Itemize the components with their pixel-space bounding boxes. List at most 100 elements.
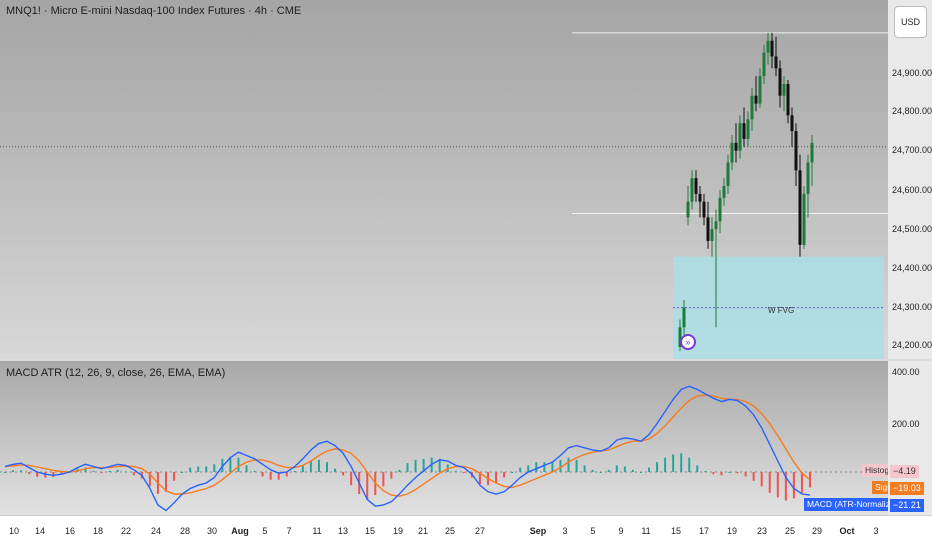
time-axis-label: Oct (839, 526, 855, 536)
histogram-bar (52, 472, 55, 477)
histogram-bar (800, 472, 803, 493)
histogram-bar (720, 472, 723, 476)
time-axis-label: 3 (873, 526, 879, 536)
indicator-title[interactable]: MACD ATR (12, 26, 9, close, 26, EMA, EMA… (6, 367, 225, 379)
time-axis-label: 23 (756, 526, 768, 536)
histogram-bar (575, 459, 578, 472)
histogram-bar (253, 470, 256, 472)
candle-body (710, 229, 714, 241)
price-label: 24,800.00 (892, 106, 932, 116)
histogram-bar (269, 472, 272, 480)
candle-body (750, 95, 754, 120)
histogram-bar (12, 470, 15, 472)
macd-chart[interactable] (0, 361, 888, 515)
histogram-bar (688, 457, 691, 472)
histogram-bar (124, 471, 127, 473)
histogram-bar (752, 472, 755, 481)
histogram-bar (680, 453, 683, 472)
histogram-bar (648, 467, 650, 472)
currency-button[interactable]: USD (894, 6, 927, 38)
candle-body (762, 52, 766, 77)
histogram-bar (414, 459, 417, 472)
candle-body (706, 217, 710, 241)
candle-body (722, 186, 726, 198)
histogram-bar (108, 470, 111, 472)
price-chart-pane[interactable]: MNQ1! · Micro E-mini Nasdaq-100 Index Fu… (0, 0, 888, 359)
macd-indicator-pane[interactable]: MACD ATR (12, 26, 9, close, 26, EMA, EMA… (0, 361, 888, 515)
macd-legend-label: MACD (ATR-Normalized) (804, 498, 888, 511)
candle-body (758, 76, 762, 104)
histogram-bar (511, 472, 514, 473)
histogram-bar (398, 469, 401, 472)
candle-body (754, 95, 758, 104)
histogram-bar (583, 465, 586, 472)
candle-body (738, 123, 742, 151)
histogram-bar (712, 472, 715, 475)
histogram-bar (92, 470, 95, 472)
price-label: 24,400.00 (892, 263, 932, 273)
histogram-bar (728, 472, 731, 473)
candle-body (686, 201, 690, 218)
price-label: 24,900.00 (892, 68, 932, 78)
time-axis-label: 3 (562, 526, 568, 536)
histogram-bar (454, 470, 457, 472)
histogram-bar (744, 472, 747, 477)
candle-body (730, 142, 734, 163)
histogram-bar (213, 464, 216, 472)
time-axis-label: 13 (337, 526, 349, 536)
histogram-bar (672, 454, 675, 472)
histogram-bar (639, 472, 642, 473)
histogram-bar (495, 472, 498, 483)
fvg-label: W FVG (768, 306, 795, 315)
histogram-bar (350, 472, 353, 486)
macd-line (4, 385, 811, 512)
candle-body (734, 142, 738, 151)
histogram-bar (301, 465, 304, 472)
histogram-value: −4.19 (890, 465, 919, 478)
histogram-bar (173, 472, 176, 481)
price-label: 24,600.00 (892, 185, 932, 195)
histogram-bar (623, 466, 626, 472)
time-axis-label: 11 (312, 526, 322, 536)
candle-body (726, 162, 730, 186)
time-axis-label: 25 (444, 526, 456, 536)
macd-value: −21.21 (890, 499, 924, 512)
histogram-bar (559, 459, 562, 472)
macd-scale-label: 200.00 (892, 419, 920, 429)
candle-body (782, 83, 786, 96)
candle-body (770, 40, 774, 57)
time-axis[interactable]: 10 14 16 18 22 24 28 30 Aug 5 7 11 13 15 19 21 25 27 Sep 3 5… (0, 515, 888, 551)
signal-line (4, 394, 811, 497)
histogram-bar (535, 462, 538, 472)
tradingview-logo-icon[interactable]: » (680, 334, 696, 350)
price-scale[interactable]: 24,900.00 24,800.00 24,700.00 24,600.00 … (888, 0, 932, 359)
price-chart[interactable] (0, 0, 888, 359)
histogram-bar (704, 470, 707, 472)
time-axis-label: 28 (179, 526, 191, 536)
time-axis-label: Aug (231, 526, 249, 536)
time-axis-label: 15 (364, 526, 376, 536)
histogram-bar (317, 459, 320, 472)
histogram-bar (406, 463, 409, 472)
histogram-bar (100, 472, 103, 474)
histogram-bar (382, 472, 385, 487)
candle-body (766, 40, 770, 53)
time-axis-label: Sep (529, 526, 547, 536)
histogram-bar (543, 462, 546, 472)
time-axis-label: 5 (262, 526, 268, 536)
histogram-bar (462, 472, 465, 474)
candle-body (774, 56, 778, 69)
candle-body (702, 201, 706, 218)
time-axis-label: 27 (474, 526, 486, 536)
candle-body (798, 170, 802, 245)
histogram-bar (656, 462, 659, 472)
time-axis-label: 5 (590, 526, 596, 536)
time-axis-label: 16 (64, 526, 76, 536)
candle-body (786, 83, 790, 116)
histogram-bar (165, 472, 167, 492)
histogram-bar (631, 469, 634, 472)
time-axis-label: 25 (784, 526, 796, 536)
histogram-bar (599, 472, 602, 473)
histogram-bar (132, 472, 135, 476)
candle-body (806, 162, 810, 194)
